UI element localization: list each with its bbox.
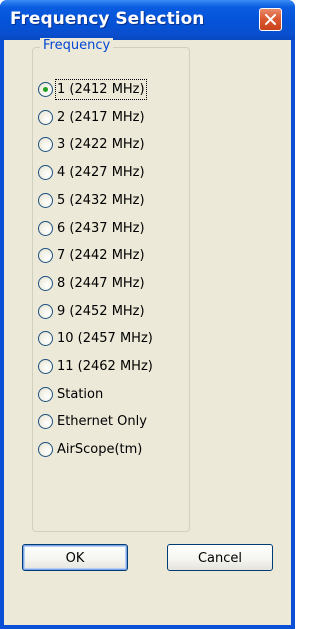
frequency-option-label[interactable]: 5 (2432 MHz) xyxy=(57,191,145,210)
frequency-option[interactable]: 10 (2457 MHz) xyxy=(38,329,188,351)
frequency-option[interactable]: 6 (2437 MHz) xyxy=(38,219,188,241)
radio-button-icon[interactable] xyxy=(38,110,53,125)
title-bar[interactable]: Frequency Selection xyxy=(0,0,295,40)
close-button[interactable] xyxy=(259,8,282,31)
frequency-option[interactable]: 11 (2462 MHz) xyxy=(38,357,188,379)
frequency-option-label[interactable]: AirScope(tm) xyxy=(57,440,142,459)
close-icon xyxy=(265,14,276,25)
radio-button-icon[interactable] xyxy=(38,414,53,429)
radio-button-icon[interactable] xyxy=(38,82,53,97)
frequency-option-label[interactable]: Ethernet Only xyxy=(57,412,147,431)
frequency-option[interactable]: 8 (2447 MHz) xyxy=(38,274,188,296)
frequency-option[interactable]: 3 (2422 MHz) xyxy=(38,135,188,157)
radio-button-icon[interactable] xyxy=(38,137,53,152)
frequency-option-label[interactable]: 6 (2437 MHz) xyxy=(57,219,145,238)
frequency-option[interactable]: AirScope(tm) xyxy=(38,440,188,462)
frequency-option[interactable]: 5 (2432 MHz) xyxy=(38,191,188,213)
window-title: Frequency Selection xyxy=(10,9,205,29)
cancel-button[interactable]: Cancel xyxy=(167,544,273,571)
radio-button-icon[interactable] xyxy=(38,442,53,457)
frequency-option-label[interactable]: 1 (2412 MHz) xyxy=(55,79,147,100)
frequency-option-label[interactable]: 9 (2452 MHz) xyxy=(57,302,145,321)
radio-button-icon[interactable] xyxy=(38,331,53,346)
radio-button-icon[interactable] xyxy=(38,193,53,208)
frequency-option[interactable]: 9 (2452 MHz) xyxy=(38,302,188,324)
frequency-option[interactable]: Ethernet Only xyxy=(38,412,188,434)
frequency-option[interactable]: 1 (2412 MHz) xyxy=(38,79,188,102)
frequency-option-label[interactable]: 11 (2462 MHz) xyxy=(57,357,153,376)
radio-button-icon[interactable] xyxy=(38,165,53,180)
frequency-group-legend: Frequency xyxy=(40,38,114,53)
radio-button-icon[interactable] xyxy=(38,304,53,319)
frequency-option[interactable]: 7 (2442 MHz) xyxy=(38,246,188,268)
frequency-option[interactable]: 4 (2427 MHz) xyxy=(38,163,188,185)
frequency-option-label[interactable]: 7 (2442 MHz) xyxy=(57,246,145,265)
radio-selected-dot xyxy=(43,87,48,92)
frequency-option-label[interactable]: 8 (2447 MHz) xyxy=(57,274,145,293)
frequency-option[interactable]: Station xyxy=(38,385,188,407)
frequency-option-label[interactable]: Station xyxy=(57,385,103,404)
frequency-option-label[interactable]: 4 (2427 MHz) xyxy=(57,163,145,182)
frequency-option-label[interactable]: 3 (2422 MHz) xyxy=(57,135,145,154)
radio-button-icon[interactable] xyxy=(38,248,53,263)
radio-button-icon[interactable] xyxy=(38,359,53,374)
radio-button-icon[interactable] xyxy=(38,221,53,236)
frequency-option-label[interactable]: 10 (2457 MHz) xyxy=(57,329,153,348)
frequency-option-label[interactable]: 2 (2417 MHz) xyxy=(57,108,145,127)
radio-button-icon[interactable] xyxy=(38,276,53,291)
ok-button[interactable]: OK xyxy=(22,544,128,571)
frequency-option[interactable]: 2 (2417 MHz) xyxy=(38,108,188,130)
radio-button-icon[interactable] xyxy=(38,387,53,402)
